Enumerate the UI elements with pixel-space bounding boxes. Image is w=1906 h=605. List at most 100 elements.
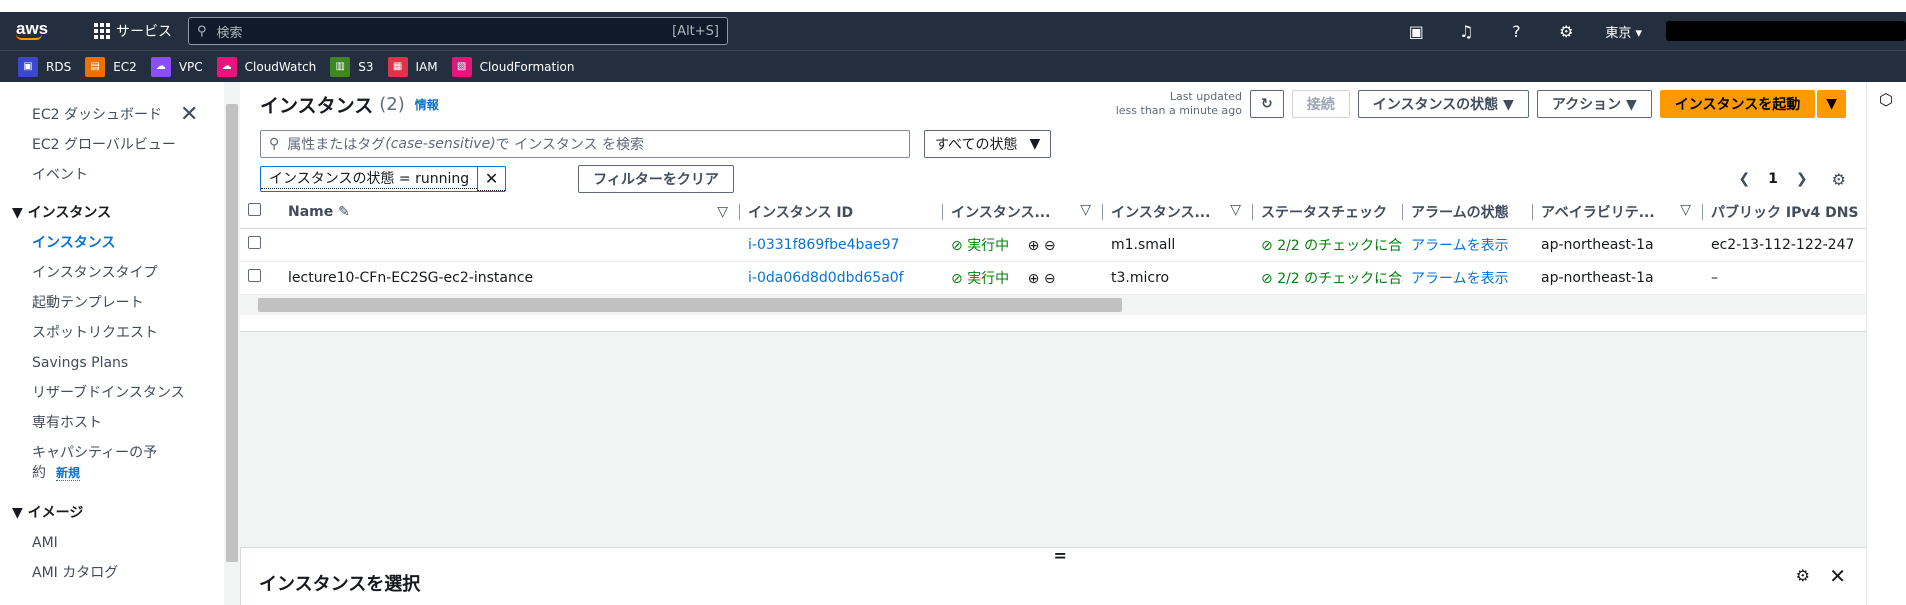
search-placeholder: 検索 (216, 25, 243, 41)
filter-input[interactable]: ⚲ 属性またはタグ (case-sensitive) で インスタンス を検索 (260, 130, 910, 158)
caret-down-icon: ▼ (12, 205, 28, 221)
favorite-iam[interactable]: ▦ IAM (387, 56, 438, 77)
new-badge: 新規 (56, 466, 81, 481)
sidebar-item[interactable]: リザーブドインスタンス (0, 378, 224, 408)
resize-handle[interactable]: = (1054, 546, 1067, 565)
sidebar-item[interactable]: インスタンスタイプ (0, 258, 224, 288)
favorite-vpc[interactable]: ☁ VPC (150, 56, 203, 77)
view-alarms-link[interactable]: アラームを表示 (1411, 271, 1509, 287)
next-page-icon[interactable]: ❯ (1796, 171, 1808, 187)
instances-table: Name ✎ ▽ インスタンス ID インスタンス... ▽ インスタンス... ▽ ステータ… (240, 196, 1903, 295)
clear-filters-button[interactable]: フィルターをクリア (578, 165, 734, 193)
instances-panel: インスタンス (2) 情報 Last updated less than a mi… (240, 82, 1903, 332)
instance-id-link[interactable]: i-0331f869fbe4bae97 (748, 237, 899, 253)
availability-zone: ap-northeast-1a (1533, 228, 1703, 262)
favorite-label: VPC (178, 59, 203, 74)
sidebar-item-capacity-2[interactable]: 約新規 (0, 464, 224, 486)
services-menu[interactable]: サービス (94, 21, 172, 41)
service-icon: ▥ (330, 56, 351, 77)
sort-icon: ▽ (1230, 201, 1241, 218)
column-header[interactable]: Name ✎ ▽ (280, 196, 740, 229)
check-circle-icon: ⊘ (1261, 237, 1278, 254)
instance-id-link[interactable]: i-0da06d8d0dbd65a0f (748, 270, 904, 286)
sidebar-item[interactable]: Savings Plans (0, 348, 224, 378)
info-link[interactable]: 情報 (415, 96, 439, 113)
column-header[interactable]: アラームの状態 (1403, 196, 1533, 229)
horizontal-scrollbar[interactable] (240, 294, 1866, 315)
gear-icon[interactable]: ⚙ (1541, 22, 1591, 41)
zoom-out-icon[interactable]: ⊖ (1044, 238, 1056, 254)
page-title: インスタンス (260, 94, 374, 117)
instance-count: (2) (379, 93, 405, 115)
sidebar-item[interactable]: 専有ホスト (0, 408, 224, 438)
cloudshell-icon[interactable]: ▣ (1391, 22, 1441, 41)
row-checkbox[interactable] (248, 269, 261, 282)
sidebar-scrollbar[interactable] (224, 82, 240, 605)
column-header[interactable]: インスタンス... ▽ (1103, 196, 1253, 229)
column-header[interactable]: インスタンス... ▽ (943, 196, 1103, 229)
favorite-s3[interactable]: ▥ S3 (330, 56, 374, 77)
sidebar-item[interactable]: スポットリクエスト (0, 318, 224, 348)
search-icon: ⚲ (197, 23, 207, 39)
sidebar-item[interactable]: イベント (0, 160, 224, 190)
row-checkbox[interactable] (248, 236, 261, 249)
column-header[interactable]: インスタンス ID (740, 196, 943, 229)
instance-type: m1.small (1103, 228, 1253, 262)
filter-token-label: インスタンスの状態 = running (261, 170, 478, 189)
instance-name: lecture10-CFn-EC2SG-ec2-instance (280, 261, 740, 295)
sidebar-item[interactable]: 起動テンプレート (0, 288, 224, 318)
instance-state-button[interactable]: インスタンスの状態 ▼ (1357, 90, 1529, 118)
state-select[interactable]: すべての状態 ▼ (924, 130, 1052, 158)
sidebar-item-capacity[interactable]: キャパシティーの予 (0, 442, 224, 464)
hexagon-icon[interactable]: ⬡ (1879, 90, 1893, 109)
launch-instances-button[interactable]: インスタンスを起動 (1659, 90, 1816, 118)
close-icon[interactable]: ✕ (180, 102, 198, 127)
view-alarms-link[interactable]: アラームを表示 (1411, 238, 1509, 254)
favorite-label: S3 (358, 59, 374, 74)
bell-icon[interactable]: ♫ (1441, 22, 1491, 41)
search-input[interactable]: ⚲ 検索 [Alt+S] (188, 17, 728, 45)
edit-icon: ✎ (338, 203, 350, 220)
service-icon: ☁ (216, 56, 237, 77)
refresh-button[interactable]: ↻ (1249, 90, 1284, 118)
service-icon: ▦ (387, 56, 408, 77)
favorite-label: EC2 (113, 59, 137, 74)
favorite-label: CloudFormation (479, 59, 575, 74)
filter-token[interactable]: インスタンスの状態 = running ✕ (260, 166, 507, 192)
search-icon: ⚲ (269, 136, 280, 152)
table-row[interactable]: i-0331f869fbe4bae97 ⊘ 実行中 ⊕ ⊖ m1.small ⊘ 2/… (240, 228, 1903, 262)
favorite-ec2[interactable]: ▤ EC2 (85, 56, 137, 77)
account-menu[interactable] (1666, 21, 1906, 41)
favorite-rds[interactable]: ▣ RDS (18, 56, 71, 77)
settings-gear-icon[interactable]: ⚙ (1832, 170, 1846, 189)
prev-page-icon[interactable]: ❮ (1738, 171, 1750, 187)
select-all-checkbox[interactable] (240, 196, 280, 229)
remove-filter-icon[interactable]: ✕ (477, 167, 506, 191)
column-header[interactable]: ステータスチェック (1253, 196, 1403, 229)
zoom-in-icon[interactable]: ⊕ (1028, 271, 1040, 287)
actions-button[interactable]: アクション ▼ (1536, 90, 1652, 118)
instance-type: t3.micro (1103, 261, 1253, 295)
zoom-out-icon[interactable]: ⊖ (1044, 271, 1056, 287)
sidebar-item[interactable]: AMI カタログ (0, 558, 224, 588)
top-nav: aws サービス ⚲ 検索 [Alt+S] ▣ ♫ ? ⚙ 東京 ▾ (0, 12, 1906, 50)
connect-button[interactable]: 接続 (1291, 90, 1350, 118)
page-number[interactable]: 1 (1768, 171, 1778, 187)
sidebar-item[interactable]: EC2 グローバルビュー (0, 130, 224, 160)
column-header[interactable]: アベイラビリテ... ▽ (1533, 196, 1703, 229)
sidebar-section-images[interactable]: ▼ イメージ (0, 498, 224, 528)
launch-dropdown-button[interactable]: ▼ (1817, 90, 1846, 118)
favorite-cloudformation[interactable]: ▧ CloudFormation (451, 56, 575, 77)
status-check: 2/2 のチェックに合格 (1277, 237, 1403, 254)
sidebar-item[interactable]: AMI (0, 528, 224, 558)
aws-logo[interactable]: aws (16, 20, 64, 40)
favorite-cloudwatch[interactable]: ☁ CloudWatch (216, 56, 316, 77)
region-selector[interactable]: 東京 ▾ (1605, 22, 1642, 41)
sidebar-item[interactable]: インスタンス (0, 228, 224, 258)
gear-icon[interactable]: ⚙ (1796, 566, 1810, 585)
zoom-in-icon[interactable]: ⊕ (1028, 238, 1040, 254)
sidebar-section-instances[interactable]: ▼ インスタンス (0, 198, 224, 228)
close-icon[interactable]: ✕ (1829, 564, 1846, 588)
table-row[interactable]: lecture10-CFn-EC2SG-ec2-instance i-0da06d… (240, 261, 1903, 295)
help-icon[interactable]: ? (1491, 22, 1541, 41)
